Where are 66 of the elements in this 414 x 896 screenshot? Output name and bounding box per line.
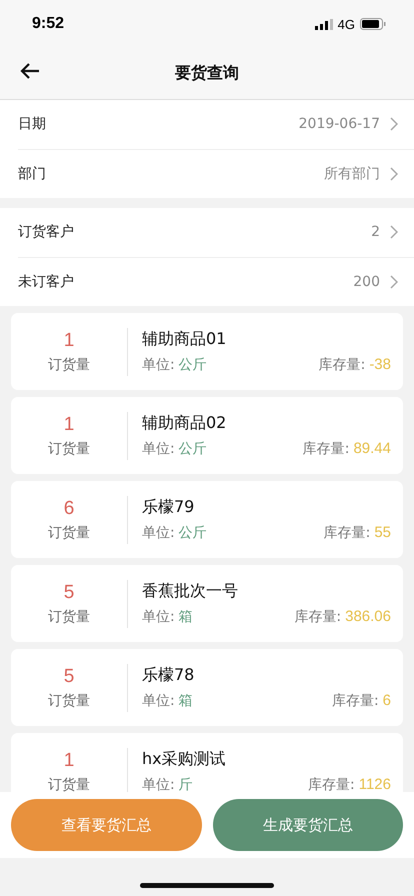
order-quantity: 6 xyxy=(64,498,74,520)
order-quantity: 5 xyxy=(64,582,74,604)
status-time: 9:52 xyxy=(32,15,64,33)
product-name: 辅助商品01 xyxy=(142,329,228,350)
order-quantity: 1 xyxy=(64,750,74,772)
filter-row[interactable]: 部门 所有部门 xyxy=(18,150,414,198)
unit-value: 箱 xyxy=(178,608,193,626)
order-quantity: 5 xyxy=(64,666,74,688)
row-value: 200 xyxy=(353,274,380,290)
unit-value: 斤 xyxy=(178,776,193,792)
row-label: 部门 xyxy=(18,164,46,183)
stock-value: 6 xyxy=(382,692,391,709)
stock-value: -38 xyxy=(369,356,391,373)
product-name: 乐檬78 xyxy=(142,665,196,686)
customer-row[interactable]: 未订客户 200 xyxy=(18,258,414,306)
order-quantity: 1 xyxy=(64,330,74,352)
row-label: 日期 xyxy=(18,115,46,134)
unit-label: 单位: xyxy=(142,692,175,710)
stock-label: 库存量: xyxy=(302,440,350,458)
unit-label: 单位: xyxy=(142,440,175,458)
battery-icon xyxy=(360,18,386,30)
page-title: 要货查询 xyxy=(175,63,239,84)
stock-label: 库存量: xyxy=(332,692,379,710)
stock-label: 库存量: xyxy=(308,776,355,792)
unit-label: 单位: xyxy=(142,776,175,792)
summary-button[interactable]: 生成要货汇总 xyxy=(212,799,403,851)
row-value: 2 xyxy=(371,224,380,240)
chevron-icon xyxy=(390,117,398,132)
quantity-label: 订货量 xyxy=(48,692,90,710)
product-name: 辅助商品02 xyxy=(142,413,228,434)
stock-value: 89.44 xyxy=(353,440,391,457)
quantity-label: 订货量 xyxy=(48,440,90,458)
stock-value: 55 xyxy=(374,524,391,541)
quantity-label: 订货量 xyxy=(48,524,90,542)
stock-label: 库存量: xyxy=(294,608,342,626)
unit-value: 箱 xyxy=(178,692,193,710)
unit-value: 公斤 xyxy=(178,440,207,458)
quantity-label: 订货量 xyxy=(48,776,90,792)
row-label: 订货客户 xyxy=(18,223,74,242)
chevron-icon xyxy=(390,274,398,289)
unit-label: 单位: xyxy=(142,608,175,626)
quantity-label: 订货量 xyxy=(48,356,90,374)
unit-value: 公斤 xyxy=(178,524,207,542)
signal-icon xyxy=(314,18,333,30)
back-arrow-icon xyxy=(20,63,40,79)
stock-value: 1126 xyxy=(358,776,391,792)
stock-label: 库存量: xyxy=(324,524,370,542)
unit-label: 单位: xyxy=(142,524,175,542)
chevron-icon xyxy=(390,225,398,240)
back-button[interactable] xyxy=(20,63,40,79)
quantity-label: 订货量 xyxy=(48,608,90,626)
product-name: hx采购测试 xyxy=(142,749,227,770)
stock-label: 库存量: xyxy=(318,356,366,374)
row-label: 未订客户 xyxy=(18,272,74,291)
customer-row[interactable]: 订货客户 2 xyxy=(18,208,414,258)
filter-row[interactable]: 日期 2019-06-17 xyxy=(18,100,414,150)
chevron-icon xyxy=(390,166,398,181)
product-name: 乐檬79 xyxy=(142,497,196,518)
network-label: 4G xyxy=(338,16,355,32)
row-value: 所有部门 xyxy=(324,164,380,183)
unit-value: 公斤 xyxy=(178,356,207,374)
order-quantity: 1 xyxy=(64,414,74,436)
unit-label: 单位: xyxy=(142,356,175,374)
stock-value: 386.06 xyxy=(345,608,391,625)
product-name: 香蕉批次一号 xyxy=(142,581,239,602)
row-value: 2019-06-17 xyxy=(298,116,380,132)
